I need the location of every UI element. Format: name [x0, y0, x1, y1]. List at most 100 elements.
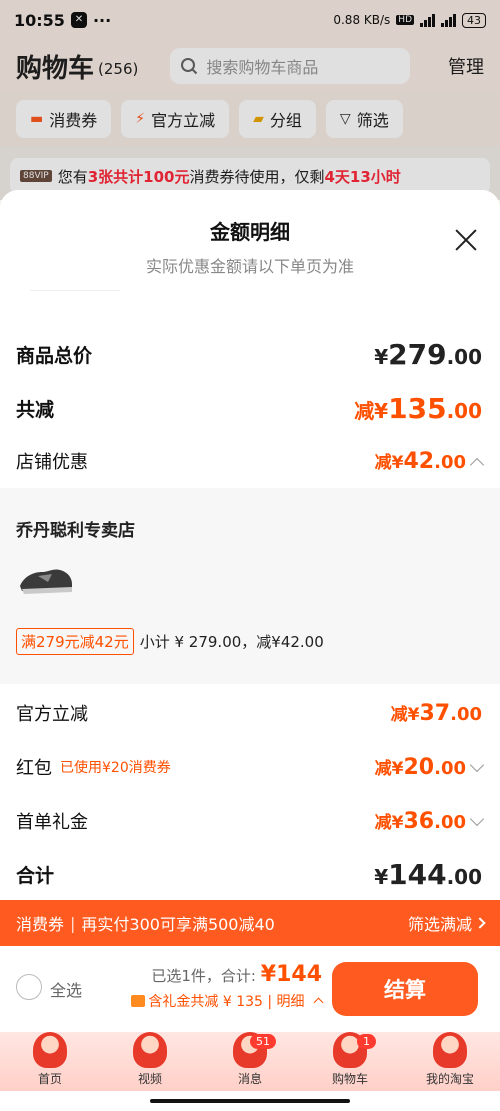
net-speed: 0.88 KB/s — [333, 13, 391, 27]
chip-group[interactable]: ▰ 分组 — [239, 100, 316, 138]
currency: ¥ — [374, 345, 389, 369]
row-sum: 合计 ¥144.00 — [16, 858, 482, 891]
amount-int: 279 — [388, 338, 447, 371]
tab-cart[interactable]: 1 购物车 — [300, 1032, 400, 1091]
tab-messages[interactable]: 51 消息 — [200, 1032, 300, 1091]
tab-label: 视频 — [137, 1072, 162, 1086]
separator: | — [70, 913, 76, 933]
lightning-icon: ⚡ — [135, 111, 146, 127]
chip-label: 消费券 — [49, 111, 98, 130]
cart-badge: 1 — [357, 1034, 376, 1049]
coupon-bar-label: 消费券 — [16, 915, 65, 934]
tab-my-taobao[interactable]: 我的淘宝 — [400, 1032, 500, 1091]
tab-home[interactable]: 首页 — [0, 1032, 100, 1091]
chip-label: 分组 — [269, 111, 302, 130]
signal-icon — [420, 13, 435, 27]
coupon-icon: ▬ — [30, 111, 44, 127]
red-packet-label: 红包 — [16, 758, 52, 779]
select-all-label[interactable]: 全选 — [50, 977, 82, 1001]
manage-button[interactable]: 管理 — [448, 53, 484, 79]
gift-icon — [131, 995, 146, 1007]
currency: ¥ — [374, 865, 389, 889]
chevron-right-icon — [474, 917, 486, 929]
promo-tag: 满279元减42元 — [16, 628, 134, 655]
search-input[interactable]: 搜索购物车商品 — [170, 48, 411, 84]
row-official: 官方立减 减¥ 37.00 — [16, 700, 482, 726]
amount-int: 42 — [403, 449, 435, 474]
total-reduce-label: 共减 — [16, 399, 55, 421]
search-placeholder: 搜索购物车商品 — [206, 58, 319, 77]
chevron-up-icon — [469, 457, 485, 473]
amount-int: 144 — [388, 858, 447, 891]
coupon-bar[interactable]: 消费券 | 再实付300可享满500减40 筛选满减 — [0, 900, 500, 946]
search-icon — [181, 58, 198, 75]
chip-official[interactable]: ⚡ 官方立减 — [121, 100, 230, 138]
row-total-goods: 商品总价 ¥279.00 — [16, 338, 482, 371]
chip-coupon[interactable]: ▬ 消费券 — [16, 100, 112, 138]
bottom-tab-bar: 首页 视频 51 消息 1 购物车 我的淘宝 — [0, 1032, 500, 1091]
amount-dec: .00 — [434, 758, 466, 779]
amount-int: 36 — [403, 809, 435, 834]
row-first-gift[interactable]: 首单礼金 减¥ 36.00 — [16, 808, 485, 834]
coupon-bar-text: 再实付300可享满500减40 — [81, 915, 275, 934]
mascot-icon — [433, 1032, 467, 1068]
row-red-packet[interactable]: 红包 已使用¥20消费券 减¥ 20.00 — [16, 754, 485, 780]
sum-value: ¥144.00 — [374, 858, 482, 891]
checkout-total: ¥144 — [260, 962, 322, 987]
tab-label: 消息 — [237, 1072, 262, 1086]
checkout-button[interactable]: 结算 — [332, 962, 478, 1016]
vip-badge: 88VIP — [20, 170, 52, 182]
amount-dec: .00 — [446, 865, 482, 889]
red-packet-value: 减¥ 20.00 — [375, 754, 485, 780]
sum-label: 合计 — [16, 865, 55, 887]
store-name: 乔丹聪利专卖店 — [16, 521, 135, 541]
amount-int: 37 — [419, 701, 451, 726]
chevron-up-icon — [313, 997, 324, 1008]
store-detail: 乔丹聪利专卖店 满279元减42元 小计 ¥ 279.00，减¥42.00 — [0, 488, 500, 684]
amount-int: 135 — [388, 392, 447, 425]
amount-dec: .00 — [450, 704, 482, 725]
chip-filter[interactable]: ▽ 筛选 — [325, 100, 403, 138]
tab-video[interactable]: 视频 — [100, 1032, 200, 1091]
chevron-down-icon — [469, 757, 485, 773]
battery-icon: 43 — [462, 12, 486, 28]
signal-icon-2 — [441, 13, 456, 27]
filter-discount-link[interactable]: 筛选满减 — [407, 911, 486, 935]
checkout-summary: 已选1件，合计: ¥144 含礼金共减 ¥ 135 | 明细 — [131, 962, 324, 1011]
price-detail-sheet: 金额明细 实际优惠金额请以下单页为准 商品总价 ¥279.00 共减 减¥ 135… — [0, 190, 500, 900]
gift-detail-link[interactable]: 含礼金共减 ¥ 135 | 明细 — [131, 991, 324, 1011]
amount-int: 20 — [403, 755, 435, 780]
coupon-notice[interactable]: 88VIP 您有 3张共计100元 消费券待使用，仅剩 4天13小时 — [10, 158, 490, 194]
tab-label: 我的淘宝 — [425, 1072, 474, 1086]
tab-label: 首页 — [37, 1072, 62, 1086]
amount-dec: .00 — [434, 452, 466, 473]
notice-highlight-2: 4天13小时 — [324, 167, 401, 186]
tab-label: 购物车 — [331, 1072, 368, 1086]
official-label: 官方立减 — [16, 704, 88, 725]
sheet-subtitle: 实际优惠金额请以下单页为准 — [145, 257, 354, 276]
mascot-icon — [33, 1032, 67, 1068]
notice-middle: 消费券待使用，仅剩 — [189, 167, 325, 186]
status-bar: 10:55 ✕ ··· 0.88 KB/s HD 43 — [0, 0, 500, 40]
official-value: 减¥ 37.00 — [391, 700, 482, 726]
row-shop-discount[interactable]: 店铺优惠 减¥ 42.00 — [16, 448, 485, 474]
notice-prefix: 您有 — [57, 167, 88, 186]
reduce-prefix: 减¥ — [374, 813, 404, 833]
notice-highlight-1: 3张共计100元 — [87, 167, 190, 186]
coupon-bar-action: 筛选满减 — [407, 915, 472, 934]
amount-dec: .00 — [434, 812, 466, 833]
filter-chips: ▬ 消费券 ⚡ 官方立减 ▰ 分组 ▽ 筛选 — [0, 92, 500, 146]
gift-line: 含礼金共减 ¥ 135 | 明细 — [148, 994, 305, 1010]
store-subtotal: 小计 ¥ 279.00，减¥42.00 — [139, 633, 324, 651]
red-packet-note: 已使用¥20消费券 — [60, 760, 171, 776]
shoe-thumbnail — [20, 569, 72, 594]
select-all-radio[interactable] — [16, 974, 42, 1000]
message-badge: 51 — [250, 1034, 276, 1049]
reduce-prefix: 减¥ — [374, 453, 404, 473]
home-indicator[interactable] — [150, 1099, 350, 1103]
close-icon[interactable] — [452, 226, 480, 254]
first-gift-value: 减¥ 36.00 — [374, 808, 485, 834]
total-goods-label: 商品总价 — [16, 345, 93, 367]
amount-dec: .00 — [446, 345, 482, 369]
first-gift-label: 首单礼金 — [16, 812, 88, 833]
